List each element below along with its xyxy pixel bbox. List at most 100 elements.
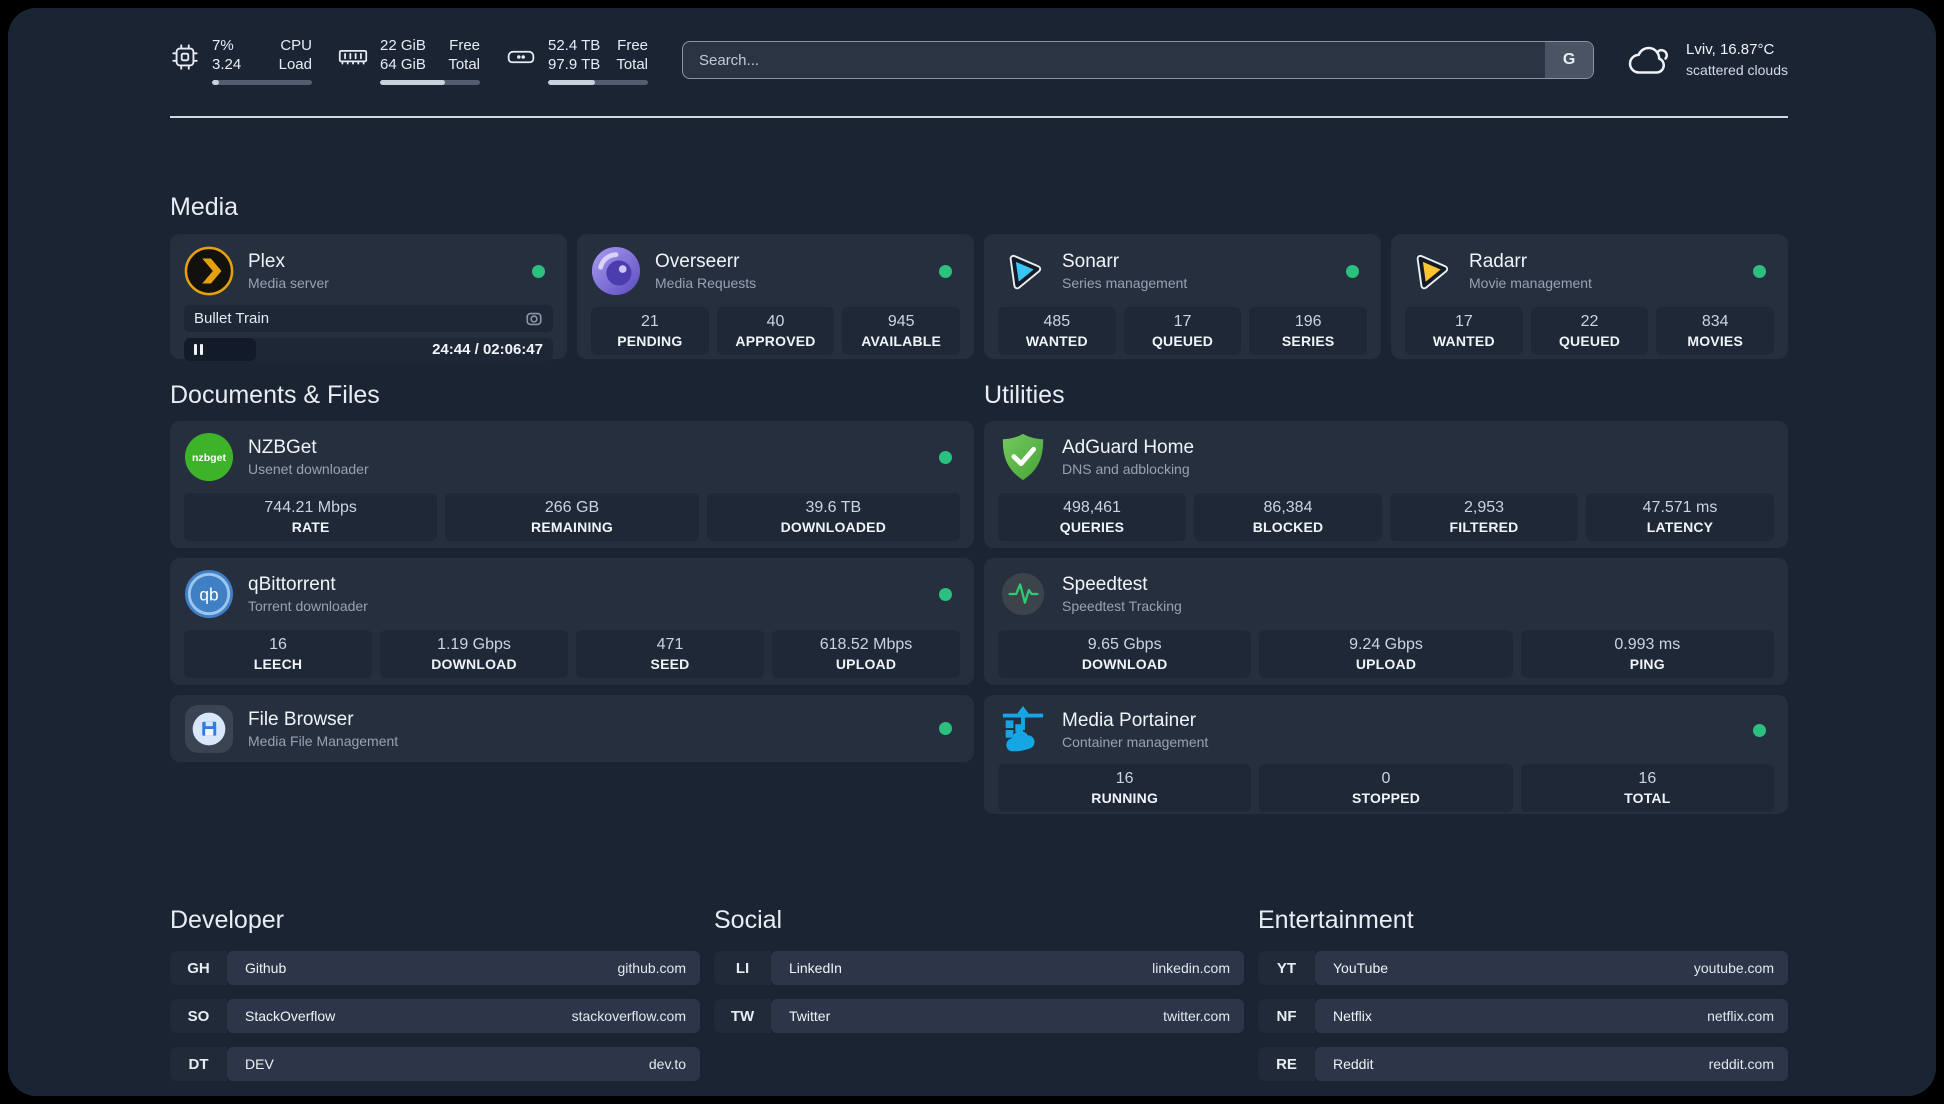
app-card-speedtest[interactable]: Speedtest Speedtest Tracking 9.65 Gbps D… (984, 558, 1788, 685)
app-description: DNS and adblocking (1062, 461, 1190, 477)
utilities-column: Utilities AdGuard Home DNS and adblockin… (984, 359, 1788, 824)
app-name: Speedtest (1062, 574, 1148, 595)
disk-progress-fill (548, 79, 595, 85)
link-netflix[interactable]: NF Netflix netflix.com (1258, 999, 1788, 1033)
app-card-radarr[interactable]: Radarr Movie management 17 WANTED 22 QUE… (1391, 234, 1788, 359)
link-url: stackoverflow.com (571, 1008, 686, 1024)
link-url: youtube.com (1693, 960, 1774, 976)
link-abbr: TW (714, 999, 771, 1033)
link-twitter[interactable]: TW Twitter twitter.com (714, 999, 1244, 1033)
section-title-social: Social (714, 906, 783, 934)
stat-label: PENDING (617, 333, 683, 349)
app-card-adguard[interactable]: AdGuard Home DNS and adblocking 498,461 … (984, 421, 1788, 548)
stat-value: 744.21 Mbps (264, 499, 357, 516)
ram-free-label: Free (449, 36, 480, 54)
link-url: github.com (617, 960, 686, 976)
svg-text:nzbget: nzbget (192, 452, 227, 464)
stat-label: QUEUED (1558, 333, 1621, 349)
social-links-column: Social LI LinkedIn linkedin.com TW Twitt… (714, 884, 1244, 1095)
app-description: Speedtest Tracking (1062, 598, 1182, 614)
app-card-portainer[interactable]: Media Portainer Container management 16 … (984, 695, 1788, 814)
stat-label: UPLOAD (1355, 656, 1417, 672)
app-description: Series management (1062, 275, 1188, 291)
stat-box: 744.21 Mbps RATE (184, 493, 438, 541)
app-card-overseerr[interactable]: Overseerr Media Requests 21 PENDING 40 A… (577, 234, 974, 359)
stat-value: 266 GB (544, 499, 600, 516)
stat-box: 2,953 FILTERED (1390, 493, 1578, 541)
link-github[interactable]: GH Github github.com (170, 951, 700, 985)
status-online-dot (1753, 264, 1766, 278)
status-online-dot (532, 264, 545, 278)
stat-value: 834 (1701, 313, 1729, 330)
stat-value: 16 (1115, 770, 1134, 787)
stat-box: 0 STOPPED (1259, 764, 1513, 812)
link-linkedin[interactable]: LI LinkedIn linkedin.com (714, 951, 1244, 985)
stat-box: 834 MOVIES (1656, 307, 1775, 355)
link-name: YouTube (1333, 960, 1389, 976)
app-card-nzbget[interactable]: nzbget NZBGet Usenet downloader 744.21 M… (170, 421, 974, 548)
playback-progress-fill (184, 338, 256, 361)
playback-time: 24:44 / 02:06:47 (432, 341, 543, 358)
stat-label: FILTERED (1449, 519, 1519, 535)
ram-total-value: 64 GiB (380, 56, 426, 73)
stat-label: APPROVED (735, 333, 816, 349)
app-name: Plex (248, 251, 285, 272)
stat-value: 0 (1381, 770, 1391, 787)
disk-progress-bar (548, 79, 648, 85)
stat-value: 47.571 ms (1642, 499, 1718, 516)
stat-label: SEED (650, 656, 690, 672)
stat-box: 16 LEECH (184, 630, 372, 678)
stat-label: MOVIES (1687, 333, 1743, 349)
stat-value: 40 (766, 313, 785, 330)
ram-free-value: 22 GiB (380, 36, 426, 54)
system-stats: 7% 3.24 CPU Load 22 GiB 64 GiB Free Tota… (170, 36, 648, 85)
stat-box: 9.65 Gbps DOWNLOAD (998, 630, 1252, 678)
app-card-filebrowser[interactable]: File Browser Media File Management (170, 695, 974, 762)
stat-box: 39.6 TB DOWNLOADED (706, 493, 960, 541)
app-description: Media Requests (655, 275, 757, 291)
link-reddit[interactable]: RE Reddit reddit.com (1258, 1047, 1788, 1081)
link-abbr: GH (170, 951, 227, 985)
app-card-qbittorrent[interactable]: qb qBittorrent Torrent downloader 16 LEE… (170, 558, 974, 685)
playback-progress-bar: 24:44 / 02:06:47 (184, 338, 553, 361)
link-dev[interactable]: DT DEV dev.to (170, 1047, 700, 1081)
link-abbr: SO (170, 999, 227, 1033)
search-engine-button[interactable]: G (1545, 42, 1594, 78)
stat-label: SERIES (1281, 333, 1335, 349)
radarr-icon (1416, 254, 1449, 290)
nzbget-icon: nzbget (184, 432, 234, 482)
ram-stat-widget: 22 GiB 64 GiB Free Total (338, 36, 480, 85)
stat-value: 86,384 (1263, 499, 1313, 516)
link-stackoverflow[interactable]: SO StackOverflow stackoverflow.com (170, 999, 700, 1033)
stat-box: 86,384 BLOCKED (1194, 493, 1382, 541)
app-card-sonarr[interactable]: Sonarr Series management 485 WANTED 17 Q… (984, 234, 1381, 359)
pause-icon[interactable] (194, 344, 203, 355)
app-name: Radarr (1469, 251, 1528, 272)
stat-label: RUNNING (1091, 790, 1159, 806)
bookmark-sections: Developer GH Github github.com SO StackO… (170, 884, 1788, 1095)
weather-widget: Lviv, 16.87°C scattered clouds (1626, 40, 1788, 79)
status-online-dot (939, 722, 952, 735)
link-youtube[interactable]: YT YouTube youtube.com (1258, 951, 1788, 985)
link-url: twitter.com (1163, 1008, 1230, 1024)
app-name: AdGuard Home (1062, 437, 1195, 458)
weather-condition: scattered clouds (1686, 61, 1788, 78)
app-card-plex[interactable]: Plex Media server Bullet Train 24:44 / 0… (170, 234, 567, 361)
stat-label: REMAINING (531, 519, 613, 535)
stat-box: 266 GB REMAINING (445, 493, 699, 541)
cpu-icon (172, 43, 198, 70)
stat-label: DOWNLOAD (1081, 656, 1168, 672)
weather-location: Lviv, 16.87°C (1686, 41, 1775, 59)
now-playing-title: Bullet Train (194, 310, 270, 327)
link-abbr: DT (170, 1047, 227, 1081)
stat-label: WANTED (1432, 333, 1495, 349)
disk-free-label: Free (617, 36, 648, 54)
qbittorrent-icon: qb (184, 569, 234, 619)
section-title-media: Media (170, 193, 239, 221)
link-name: Github (245, 960, 287, 976)
app-name: Overseerr (655, 251, 740, 272)
section-title-developer: Developer (170, 906, 284, 934)
cpu-stat-widget: 7% 3.24 CPU Load (170, 36, 312, 85)
stat-value: 17 (1454, 313, 1473, 330)
search-input[interactable] (683, 42, 1546, 78)
